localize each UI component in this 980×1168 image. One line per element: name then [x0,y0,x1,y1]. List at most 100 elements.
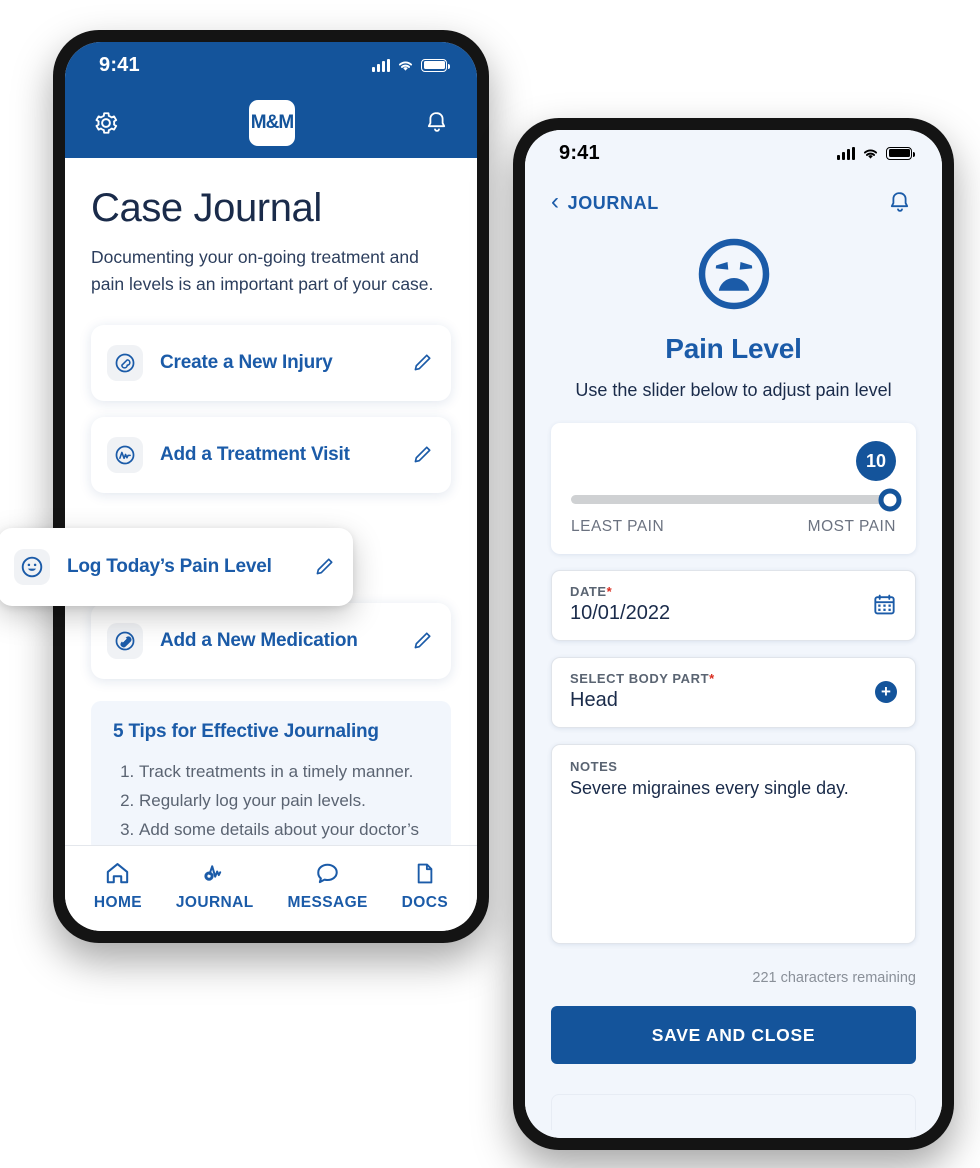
pain-slider[interactable] [571,488,902,511]
pain-level-title: Pain Level [665,333,802,364]
plus-circle-icon[interactable]: + [875,680,897,703]
tips-item: Track treatments in a timely manner. [139,757,429,786]
date-field-text: DATE* 10/01/2022 [570,584,872,625]
slider-knob[interactable] [878,488,902,511]
date-field[interactable]: DATE* 10/01/2022 [551,570,916,641]
bottom-tab-bar: HOME JOURNAL MESSAGE DOCS [65,845,477,931]
slider-end-labels: LEAST PAIN MOST PAIN [571,518,896,536]
angry-face-icon [698,238,769,310]
cellular-bars-icon [372,58,390,72]
action-card-new-medication[interactable]: Add a New Medication [91,602,451,679]
wifi-icon [863,148,878,159]
slider-max-label: MOST PAIN [807,518,896,535]
tab-docs[interactable]: DOCS [402,860,448,912]
cellular-bars-icon [837,146,855,160]
pain-slider-card: 10 LEAST PAIN MOST PAIN [551,423,916,554]
body-part-field-value: Head [570,689,618,711]
screenshot-stage: 9:41 M&M Case Journal Documenting your o… [0,0,980,1168]
chevron-left-icon: ‹ [551,188,560,215]
tab-label: DOCS [401,893,449,911]
gear-icon[interactable] [93,110,119,136]
action-card-create-injury[interactable]: Create a New Injury [91,324,451,401]
required-marker: * [606,584,613,599]
smiley-face-icon [14,549,50,585]
action-card-label: Add a Treatment Visit [160,443,350,465]
action-card-label: Add a New Medication [160,629,358,651]
notes-character-counter: 221 characters remaining [752,970,916,986]
status-bar-icons [837,146,915,160]
back-to-journal-button[interactable]: ‹ JOURNAL [551,188,659,215]
bell-icon[interactable] [888,190,912,216]
floating-card-label: Log Today’s Pain Level [67,556,272,577]
document-icon [418,863,433,883]
journal-pulse-icon [204,864,221,881]
notes-value: Severe migraines every single day. [570,778,849,798]
status-bar-time: 9:41 [559,141,600,164]
heartbeat-monitor-icon [107,436,143,473]
save-and-close-button[interactable]: SAVE AND CLOSE [551,1006,916,1064]
tips-panel: 5 Tips for Effective Journaling Track tr… [91,700,451,845]
chat-bubble-icon [317,863,338,883]
bell-icon[interactable] [425,110,449,136]
tips-title: 5 Tips for Effective Journaling [113,720,379,742]
home-icon [107,862,129,883]
action-card-list: Create a New Injury Add a Treatment Visi… [91,324,451,679]
body-part-label-text: SELECT BODY PART [570,671,710,686]
status-bar-icons [372,58,450,72]
pencil-icon[interactable] [411,630,433,652]
body-part-field-text: SELECT BODY PART* Head [570,671,875,712]
pill-capsule-icon [107,622,143,659]
status-bar-time: 9:41 [99,53,140,76]
slider-min-label: LEAST PAIN [571,518,665,535]
injury-bandage-icon [107,344,143,381]
tab-label: HOME [93,893,143,911]
tab-home[interactable]: HOME [94,860,142,912]
tab-journal[interactable]: JOURNAL [176,860,254,912]
status-bar-left: 9:41 [65,42,477,88]
phone-right-screen: 9:41 ‹ JOURNAL Pain Level Use the slider… [525,130,942,1138]
action-card-treatment-visit[interactable]: Add a Treatment Visit [91,416,451,493]
tips-item: Add some details about your doctor’s [139,815,429,844]
phone-left-screen: 9:41 M&M Case Journal Documenting your o… [65,42,477,931]
slider-value-row: 10 [571,441,896,481]
pencil-icon[interactable] [313,556,335,578]
battery-full-icon [421,58,450,72]
app-logo: M&M [249,100,295,146]
pencil-icon[interactable] [411,352,433,374]
calendar-icon[interactable] [872,592,897,617]
page-subtitle: Documenting your on-going treatment and … [91,247,434,295]
notes-field[interactable]: NOTES Severe migraines every single day. [551,744,916,944]
phone-left-device: 9:41 M&M Case Journal Documenting your o… [0,30,489,943]
tab-label: JOURNAL [175,893,254,911]
tips-list: Track treatments in a timely manner. Reg… [139,757,429,845]
battery-full-icon [886,146,915,160]
pain-level-caption: Use the slider below to adjust pain leve… [575,380,892,400]
wifi-icon [398,60,413,71]
date-field-label: DATE* [570,584,872,599]
tips-item: Regularly log your pain levels. [139,786,429,815]
pain-form: 10 LEAST PAIN MOST PAIN DATE* 10/01/2022… [525,401,942,1130]
left-content: Case Journal Documenting your on-going t… [65,158,477,845]
pain-level-hero: Pain Level Use the slider below to adjus… [525,230,942,401]
body-part-field[interactable]: SELECT BODY PART* Head + [551,657,916,728]
date-field-value: 10/01/2022 [570,602,671,624]
date-label-text: DATE [570,584,607,599]
slider-value-badge: 10 [856,441,896,481]
action-card-label: Create a New Injury [160,351,333,373]
tab-label: MESSAGE [287,893,368,911]
notes-label: NOTES [570,759,618,774]
right-content: ‹ JOURNAL Pain Level Use the slider belo… [525,176,942,1138]
pencil-icon[interactable] [411,444,433,466]
status-bar-right: 9:41 [525,130,942,176]
next-section-peek [551,1094,916,1130]
required-marker: * [709,671,715,686]
back-label: JOURNAL [567,192,659,213]
page-title: Case Journal [91,186,322,230]
tab-message[interactable]: MESSAGE [287,860,367,912]
phone-right-device: 9:41 ‹ JOURNAL Pain Level Use the slider… [513,118,954,1150]
right-nav-bar: ‹ JOURNAL [525,176,942,230]
app-logo-text: M&M [250,112,294,133]
floating-card-log-pain-level[interactable]: Log Today’s Pain Level [0,528,353,606]
body-part-field-label: SELECT BODY PART* [570,671,875,686]
app-bar: M&M [65,88,477,158]
